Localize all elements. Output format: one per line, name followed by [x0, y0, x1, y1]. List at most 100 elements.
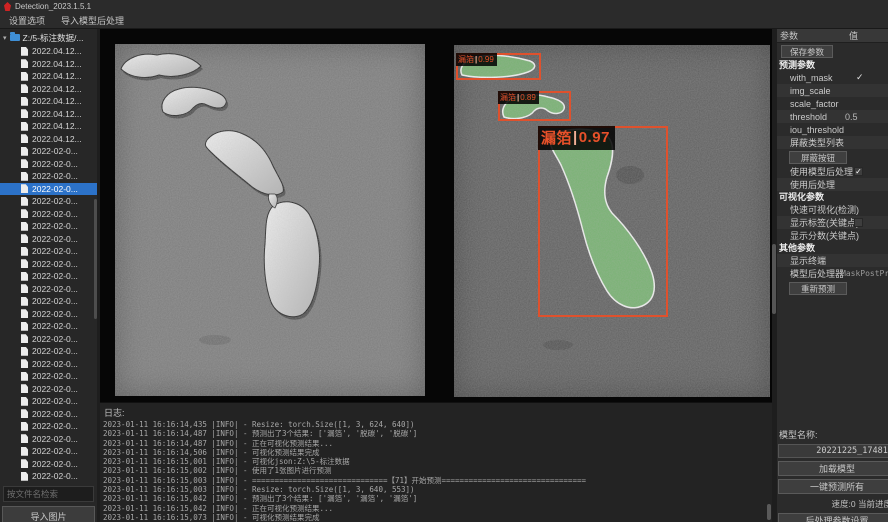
tree-item[interactable]: 2022-02-0... [0, 358, 97, 371]
file-icon [21, 184, 28, 193]
tree-item[interactable]: 2022.04.12... [0, 133, 97, 146]
param-fast-visualization[interactable]: 快速可视化(检测) [777, 203, 888, 216]
param-label: 显示标签(关键点) [777, 216, 859, 229]
tree-item[interactable]: 2022-02-0... [0, 245, 97, 258]
param-use-model-postprocess[interactable]: 使用模型后处理✓ [777, 165, 888, 178]
param-threshold[interactable]: threshold0.5 [777, 110, 888, 123]
tree-item[interactable]: 2022-02-0... [0, 233, 97, 246]
param-img_scale[interactable]: img_scale [777, 84, 888, 97]
tree-item[interactable]: 2022-02-0... [0, 345, 97, 358]
app-logo-icon [4, 2, 11, 11]
tree-item[interactable]: 2022-02-0... [0, 158, 97, 171]
tree-item[interactable]: 2022-02-0... [0, 170, 97, 183]
file-icon [21, 59, 28, 68]
search-input[interactable] [3, 486, 94, 502]
tree-item-label: 2022-02-0... [32, 309, 78, 319]
right-image-with-detections[interactable]: 漏箔|0.99 漏箔|0.89 漏箔|0.97 [454, 45, 770, 397]
param-checkbox[interactable]: ✓ [854, 167, 863, 176]
tree-item[interactable]: 2022-02-0... [0, 408, 97, 421]
re-predict-button[interactable]: 重新预测 [789, 282, 847, 295]
param-show-terminal[interactable]: 显示终端 [777, 254, 888, 267]
tree-item[interactable]: 2022.04.12... [0, 70, 97, 83]
param-model-postprocessor[interactable]: 模型后处理器MaskPostPro [777, 267, 888, 280]
param-show-labels-keypoint[interactable]: 显示标签(关键点) [777, 216, 888, 229]
param-scale_factor[interactable]: scale_factor [777, 97, 888, 110]
tree-item[interactable]: 2022-02-0... [0, 458, 97, 471]
mask-button-button[interactable]: 屏蔽按钮 [789, 151, 847, 164]
file-icon [21, 222, 28, 231]
tree-item-label: 2022.04.12... [32, 71, 82, 81]
tree-item[interactable]: 2022-02-0... [0, 283, 97, 296]
tree-root-folder[interactable]: ▾ Z:/5-标注数据/... [0, 31, 97, 44]
tree-item[interactable]: 2022-02-0... [0, 420, 97, 433]
file-icon [21, 384, 28, 393]
param-label: 显示分数(关键点) [777, 229, 859, 242]
param-column-header: 参数 [777, 29, 798, 42]
tree-item[interactable]: 2022-02-0... [0, 383, 97, 396]
param-mask-type-list[interactable]: 屏蔽类型列表 [777, 136, 888, 149]
file-icon [21, 134, 28, 143]
param-show-scores-keypoint[interactable]: 显示分数(关键点) [777, 229, 888, 242]
tree-item[interactable]: 2022-02-0... [0, 333, 97, 346]
import-images-button[interactable]: 导入图片 [2, 506, 95, 522]
tree-expand-icon[interactable]: ▾ [3, 34, 7, 42]
param-checkbox[interactable] [854, 218, 863, 227]
param-with_mask[interactable]: with_mask✓ [777, 71, 888, 84]
left-image[interactable] [115, 44, 425, 396]
tree-item-label: 2022-02-0... [32, 146, 78, 156]
tree-item[interactable]: 2022.04.12... [0, 45, 97, 58]
tree-item[interactable]: 2022.04.12... [0, 95, 97, 108]
tree-root-label: Z:/5-标注数据/... [23, 32, 84, 44]
tree-item[interactable]: 2022-02-0... [0, 433, 97, 446]
save-params-button[interactable]: 保存参数 [781, 45, 833, 58]
tree-item[interactable]: 2022-02-0... [0, 258, 97, 271]
tree-item[interactable]: 2022.04.12... [0, 108, 97, 121]
file-icon [21, 147, 28, 156]
file-icon [21, 97, 28, 106]
tree-item-label: 2022-02-0... [32, 471, 78, 481]
tree-item[interactable]: 2022-02-0... [0, 308, 97, 321]
tree-item[interactable]: 2022-02-0... [0, 270, 97, 283]
tree-item[interactable]: 2022-02-0... [0, 320, 97, 333]
tree-item[interactable]: 2022.04.12... [0, 58, 97, 71]
file-icon [21, 309, 28, 318]
predict-all-button[interactable]: 一键预测所有 [778, 479, 888, 494]
tree-item-label: 2022-02-0... [32, 321, 78, 331]
tree-item[interactable]: 2022-02-0... [0, 195, 97, 208]
tree-item[interactable]: 2022.04.12... [0, 120, 97, 133]
tree-item-label: 2022-02-0... [32, 196, 78, 206]
tree-item[interactable]: 2022-02-0... [0, 395, 97, 408]
tree-item-label: 2022.04.12... [32, 134, 82, 144]
log-scrollbar-thumb[interactable] [767, 504, 771, 520]
tree-item[interactable]: 2022-02-0... [0, 220, 97, 233]
menu-item[interactable]: 导入模型后处理 [61, 14, 124, 27]
file-icon [21, 259, 28, 268]
model-name-field[interactable]: 20221225_174813 [778, 444, 888, 458]
tree-item[interactable]: 2022-02-0... [0, 208, 97, 221]
viewer-scrollbar-thumb[interactable] [772, 244, 776, 314]
file-icon [21, 197, 28, 206]
tree-item-label: 2022.04.12... [32, 46, 82, 56]
tree-item-label: 2022-02-0... [32, 221, 78, 231]
param-use-postprocess[interactable]: 使用后处理 [777, 178, 888, 191]
tree-item[interactable]: 2022-02-0... [0, 470, 97, 482]
load-model-button[interactable]: 加载模型 [778, 461, 888, 476]
tree-item-label: 2022.04.12... [32, 84, 82, 94]
tree-item-label: 2022.04.12... [32, 109, 82, 119]
file-icon [21, 409, 28, 418]
detection-box: 漏箔|0.97 [538, 126, 668, 317]
postprocess-settings-button[interactable]: 后处理参数设置 [778, 513, 888, 522]
sidebar-scrollbar-thumb[interactable] [94, 199, 97, 319]
tree-item[interactable]: 2022-02-0... [0, 183, 97, 196]
file-icon [21, 472, 28, 481]
tree-item[interactable]: 2022-02-0... [0, 145, 97, 158]
param-label: 使用后处理 [777, 178, 835, 191]
tree-item[interactable]: 2022-02-0... [0, 295, 97, 308]
param-iou_threshold[interactable]: iou_threshold [777, 123, 888, 136]
tree-item[interactable]: 2022-02-0... [0, 370, 97, 383]
tree-item[interactable]: 2022.04.12... [0, 83, 97, 96]
tree-item-label: 2022-02-0... [32, 296, 78, 306]
tree-item[interactable]: 2022-02-0... [0, 445, 97, 458]
menu-item[interactable]: 设置选项 [9, 14, 45, 27]
log-lines: 2023-01-11 16:16:14,435 |INFO| - Resize:… [100, 420, 772, 522]
